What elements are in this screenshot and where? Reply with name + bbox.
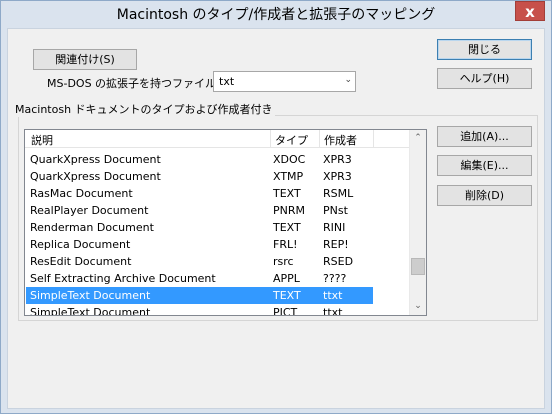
scroll-thumb[interactable] xyxy=(411,258,425,275)
item-type: rsrc xyxy=(273,255,294,268)
column-divider[interactable] xyxy=(319,130,320,148)
item-creator: RINI xyxy=(323,221,346,234)
list-item-selected[interactable]: SimpleText Document TEXT ttxt xyxy=(26,287,373,304)
type-creator-list[interactable]: 説明 タイプ 作成者 QuarkXpress Document XDOC XPR… xyxy=(24,129,427,316)
item-type: PNRM xyxy=(273,204,305,217)
column-divider[interactable] xyxy=(270,130,271,148)
item-description: Self Extracting Archive Document xyxy=(30,272,216,285)
scroll-down-icon[interactable]: ⌄ xyxy=(410,298,426,315)
list-header: 説明 タイプ 作成者 xyxy=(25,130,410,148)
item-description: QuarkXpress Document xyxy=(30,170,161,183)
item-type: TEXT xyxy=(273,187,301,200)
close-window-button[interactable]: x xyxy=(515,1,545,21)
item-creator: PNst xyxy=(323,204,348,217)
column-type[interactable]: タイプ xyxy=(275,132,308,148)
close-button[interactable]: 閉じる xyxy=(437,39,532,60)
extension-label: MS-DOS の拡張子を持つファイル: xyxy=(47,77,220,90)
item-description: Replica Document xyxy=(30,238,131,251)
item-type: XTMP xyxy=(273,170,304,183)
chevron-down-icon: ⌄ xyxy=(344,75,352,85)
item-description: QuarkXpress Document xyxy=(30,153,161,166)
scroll-up-icon[interactable]: ⌃ xyxy=(410,130,426,147)
item-type: FRL! xyxy=(273,238,298,251)
list-item[interactable]: QuarkXpress Document XDOC XPR3 xyxy=(26,151,373,168)
item-description: RasMac Document xyxy=(30,187,133,200)
vertical-scrollbar[interactable]: ⌃ ⌄ xyxy=(409,130,426,315)
dialog-window: Macintosh のタイプ/作成者と拡張子のマッピング x 関連付け(S) 閉… xyxy=(0,0,552,414)
item-creator: ???? xyxy=(323,272,347,285)
item-creator: REP! xyxy=(323,238,349,251)
item-description: SimpleText Document xyxy=(30,289,151,302)
item-description: Renderman Document xyxy=(30,221,154,234)
list-item[interactable]: QuarkXpress Document XTMP XPR3 xyxy=(26,168,373,185)
dialog-client-area: 関連付け(S) 閉じる ヘルプ(H) MS-DOS の拡張子を持つファイル: t… xyxy=(7,28,545,409)
item-type: APPL xyxy=(273,272,300,285)
list-item[interactable]: RealPlayer Document PNRM PNst xyxy=(26,202,373,219)
item-creator: ttxt xyxy=(323,289,343,302)
list-item[interactable]: SimpleText Document PICT ttxt xyxy=(26,304,373,316)
edit-button[interactable]: 編集(E)... xyxy=(437,155,532,176)
item-description: RealPlayer Document xyxy=(30,204,149,217)
delete-button[interactable]: 削除(D) xyxy=(437,185,532,206)
group-title: Macintosh ドキュメントのタイプおよび作成者付き xyxy=(13,101,275,117)
column-divider[interactable] xyxy=(373,130,374,148)
extension-dropdown[interactable]: txt ⌄ xyxy=(213,71,356,92)
item-type: XDOC xyxy=(273,153,306,166)
item-creator: XPR3 xyxy=(323,170,352,183)
item-creator: RSML xyxy=(323,187,354,200)
column-description[interactable]: 説明 xyxy=(31,132,53,148)
help-button[interactable]: ヘルプ(H) xyxy=(437,68,532,89)
item-type: PICT xyxy=(273,306,298,316)
item-creator: ttxt xyxy=(323,306,343,316)
title-bar: Macintosh のタイプ/作成者と拡張子のマッピング x xyxy=(1,1,551,27)
associate-button[interactable]: 関連付け(S) xyxy=(33,49,137,70)
extension-value: txt xyxy=(219,75,235,88)
window-title: Macintosh のタイプ/作成者と拡張子のマッピング xyxy=(116,7,436,23)
list-item[interactable]: Self Extracting Archive Document APPL ??… xyxy=(26,270,373,287)
list-item[interactable]: ResEdit Document rsrc RSED xyxy=(26,253,373,270)
item-type: TEXT xyxy=(273,289,301,302)
item-description: ResEdit Document xyxy=(30,255,132,268)
list-item[interactable]: Renderman Document TEXT RINI xyxy=(26,219,373,236)
item-type: TEXT xyxy=(273,221,301,234)
list-item[interactable]: Replica Document FRL! REP! xyxy=(26,236,373,253)
item-description: SimpleText Document xyxy=(30,306,151,316)
column-creator[interactable]: 作成者 xyxy=(324,132,357,148)
add-button[interactable]: 追加(A)... xyxy=(437,126,532,147)
item-creator: XPR3 xyxy=(323,153,352,166)
list-item[interactable]: RasMac Document TEXT RSML xyxy=(26,185,373,202)
item-creator: RSED xyxy=(323,255,354,268)
